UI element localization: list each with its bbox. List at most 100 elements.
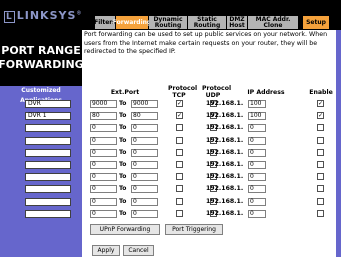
application-name-input[interactable] [25, 161, 71, 169]
logo-box: L [4, 11, 15, 23]
ip-last-octet-input[interactable]: 0 [248, 185, 266, 193]
ext-port-from-input[interactable]: 0 [90, 124, 117, 132]
ext-port-to-input[interactable]: 80 [131, 112, 158, 120]
application-name-input[interactable]: DVR [25, 100, 71, 108]
tcp-checkbox[interactable] [176, 173, 183, 180]
enable-checkbox[interactable] [317, 185, 324, 192]
registered-mark: ® [76, 10, 83, 17]
to-label: To [119, 149, 127, 156]
ext-port-from-input[interactable]: 80 [90, 112, 117, 120]
tab-mac-addr-clone[interactable]: MAC Addr. Clone [248, 16, 298, 29]
ip-last-octet-input[interactable]: 100 [248, 112, 266, 120]
tcp-checkbox[interactable] [176, 137, 183, 144]
enable-checkbox[interactable] [317, 198, 324, 205]
page-title-line2: FORWARDING [0, 58, 84, 71]
ip-prefix-label: 192.168.1. [206, 149, 244, 156]
right-strip [336, 30, 341, 257]
ip-prefix-label: 192.168.1. [206, 198, 244, 205]
ip-prefix-label: 192.168.1. [206, 124, 244, 131]
ext-port-to-input[interactable]: 0 [131, 173, 158, 181]
ip-prefix-label: 192.168.1. [206, 161, 244, 168]
ip-last-octet-input[interactable]: 0 [248, 124, 266, 132]
page-title: PORT RANGE FORWARDING [0, 30, 84, 86]
ext-port-from-input[interactable]: 0 [90, 149, 117, 157]
upnp-forwarding-button[interactable]: UPnP Forwarding [90, 224, 160, 235]
page-description: Port forwarding can be used to set up pu… [84, 31, 328, 55]
to-label: To [119, 210, 127, 217]
ext-port-to-input[interactable]: 0 [131, 161, 158, 169]
enable-checkbox[interactable]: ✓ [317, 112, 324, 119]
ext-port-from-input[interactable]: 0 [90, 161, 117, 169]
ip-prefix-label: 192.168.1. [206, 137, 244, 144]
header-ext-port: Ext.Port [110, 89, 140, 96]
enable-checkbox[interactable] [317, 173, 324, 180]
enable-checkbox[interactable] [317, 149, 324, 156]
logo-text: LINKSYS [16, 9, 77, 22]
application-name-input[interactable] [25, 124, 71, 132]
ip-last-octet-input[interactable]: 0 [248, 198, 266, 206]
to-label: To [119, 198, 127, 205]
enable-checkbox[interactable]: ✓ [317, 100, 324, 107]
to-label: To [119, 112, 127, 119]
port-triggering-button[interactable]: Port Triggering [165, 224, 223, 235]
application-name-input[interactable] [25, 210, 71, 218]
ip-prefix-label: 192.168.1. [206, 100, 244, 107]
ext-port-to-input[interactable]: 0 [131, 185, 158, 193]
apply-button[interactable]: Apply [92, 245, 120, 256]
tcp-checkbox[interactable] [176, 161, 183, 168]
ext-port-from-input[interactable]: 0 [90, 210, 117, 218]
tcp-checkbox[interactable] [176, 198, 183, 205]
ext-port-from-input[interactable]: 0 [90, 173, 117, 181]
tab-forwarding[interactable]: Forwarding [113, 16, 151, 29]
ip-prefix-label: 192.168.1. [206, 173, 244, 180]
page-title-line1: PORT RANGE [1, 44, 81, 57]
enable-checkbox[interactable] [317, 137, 324, 144]
application-name-input[interactable] [25, 149, 71, 157]
tcp-checkbox[interactable] [176, 185, 183, 192]
application-name-input[interactable] [25, 185, 71, 193]
application-name-input[interactable] [25, 198, 71, 206]
enable-checkbox[interactable] [317, 124, 324, 131]
tab-dynamic-routing[interactable]: Dynamic Routing [149, 16, 187, 29]
cancel-button[interactable]: Cancel [123, 245, 154, 256]
tab-setup[interactable]: Setup [303, 16, 329, 29]
ext-port-to-input[interactable]: 9000 [131, 100, 158, 108]
to-label: To [119, 124, 127, 131]
ip-last-octet-input[interactable]: 0 [248, 173, 266, 181]
tab-static-routing[interactable]: Static Routing [188, 16, 226, 29]
ext-port-from-input[interactable]: 0 [90, 185, 117, 193]
header-applications: Customized Applications [20, 87, 62, 104]
enable-checkbox[interactable] [317, 210, 324, 217]
ext-port-to-input[interactable]: 0 [131, 137, 158, 145]
to-label: To [119, 100, 127, 107]
tcp-checkbox[interactable] [176, 124, 183, 131]
ext-port-from-input[interactable]: 0 [90, 198, 117, 206]
enable-checkbox[interactable] [317, 161, 324, 168]
tcp-checkbox[interactable] [176, 149, 183, 156]
header-protocol-tcp: Protocol TCP [168, 85, 198, 99]
application-name-input[interactable] [25, 173, 71, 181]
application-name-input[interactable]: DVR 1 [25, 112, 71, 120]
tcp-checkbox[interactable]: ✓ [176, 112, 183, 119]
ext-port-to-input[interactable]: 0 [131, 198, 158, 206]
header-ip-address: IP Address [247, 89, 285, 96]
ip-last-octet-input[interactable]: 0 [248, 137, 266, 145]
ext-port-to-input[interactable]: 0 [131, 149, 158, 157]
ext-port-from-input[interactable]: 9000 [90, 100, 117, 108]
application-name-input[interactable] [25, 137, 71, 145]
top-bar: L LINKSYS® Filters Forwarding Dynamic Rou… [0, 0, 341, 30]
ip-prefix-label: 192.168.1. [206, 210, 244, 217]
ip-last-octet-input[interactable]: 0 [248, 149, 266, 157]
ext-port-to-input[interactable]: 0 [131, 124, 158, 132]
tab-dmz-host[interactable]: DMZ Host [227, 16, 247, 29]
ip-prefix-label: 192.168.1. [206, 185, 244, 192]
header-protocol-udp: Protocol UDP [202, 85, 232, 99]
ip-last-octet-input[interactable]: 0 [248, 210, 266, 218]
ext-port-to-input[interactable]: 0 [131, 210, 158, 218]
tcp-checkbox[interactable] [176, 210, 183, 217]
ip-last-octet-input[interactable]: 0 [248, 161, 266, 169]
ext-port-from-input[interactable]: 0 [90, 137, 117, 145]
ip-prefix-label: 192.168.1. [206, 112, 244, 119]
ip-last-octet-input[interactable]: 100 [248, 100, 266, 108]
tcp-checkbox[interactable]: ✓ [176, 100, 183, 107]
